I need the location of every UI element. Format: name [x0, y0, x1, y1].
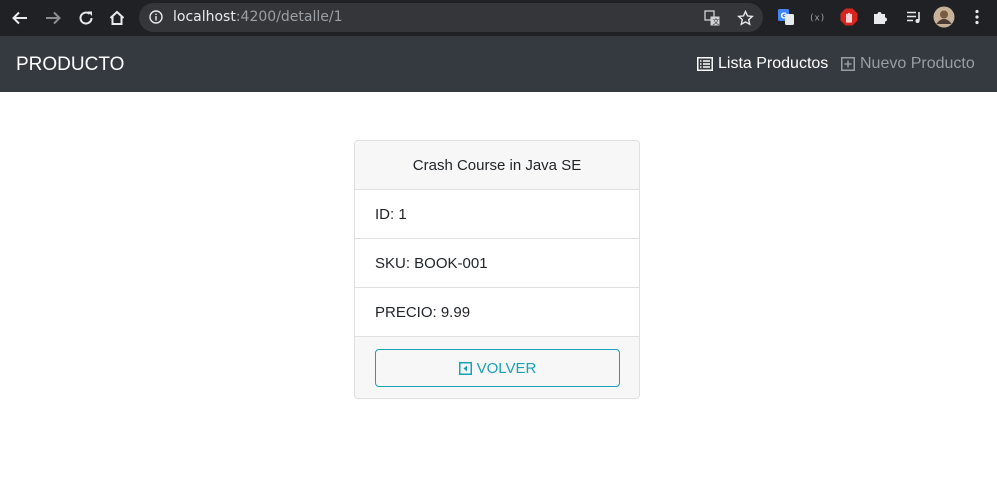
nav-link-nuevo-producto[interactable]: Nuevo Producto	[841, 55, 975, 73]
home-icon[interactable]	[105, 6, 129, 30]
url-text: localhost:4200/detalle/1	[173, 9, 343, 26]
media-controls-icon[interactable]	[903, 6, 925, 28]
app-navbar: PRODUCTO Lista Productos Nuevo Producto	[0, 36, 997, 92]
svg-text:文: 文	[712, 17, 719, 26]
product-title: Crash Course in Java SE	[355, 141, 639, 190]
back-arrow-icon[interactable]	[8, 6, 32, 30]
url-host: localhost	[173, 9, 236, 25]
reload-icon[interactable]	[74, 6, 98, 30]
plus-square-icon	[841, 57, 855, 71]
nav-link-label: Lista Productos	[718, 55, 829, 72]
product-sku: SKU: BOOK-001	[355, 239, 639, 288]
product-precio: PRECIO: 9.99	[355, 288, 639, 337]
google-translate-extension-icon[interactable]: G	[775, 6, 797, 28]
product-detail-card: Crash Course in Java SE ID: 1 SKU: BOOK-…	[354, 140, 640, 399]
list-icon	[697, 57, 713, 71]
extensions-puzzle-icon[interactable]	[869, 6, 891, 28]
more-vertical-icon[interactable]	[966, 6, 988, 28]
variable-extension-icon[interactable]: (x)	[805, 6, 827, 28]
url-path: :4200/detalle/1	[235, 9, 343, 25]
nav-link-label: Nuevo Producto	[860, 55, 975, 72]
info-icon[interactable]	[149, 10, 163, 24]
navbar-brand[interactable]: PRODUCTO	[16, 54, 124, 76]
product-id: ID: 1	[355, 190, 639, 239]
volver-button-label: VOLVER	[476, 359, 537, 377]
caret-left-square-icon	[458, 361, 472, 375]
bookmark-star-icon[interactable]	[736, 9, 754, 27]
volver-button[interactable]: VOLVER	[375, 349, 620, 387]
browser-toolbar: localhost:4200/detalle/1 文 G (x)	[0, 0, 997, 36]
adblock-extension-icon[interactable]	[838, 6, 860, 28]
translate-icon[interactable]: 文	[703, 9, 721, 27]
card-footer: VOLVER	[355, 337, 639, 398]
forward-arrow-icon[interactable]	[41, 6, 65, 30]
nav-link-lista-productos[interactable]: Lista Productos	[697, 55, 828, 73]
svg-text:(x): (x)	[809, 14, 825, 24]
profile-avatar[interactable]	[933, 6, 955, 28]
address-bar[interactable]: localhost:4200/detalle/1 文	[139, 3, 763, 32]
